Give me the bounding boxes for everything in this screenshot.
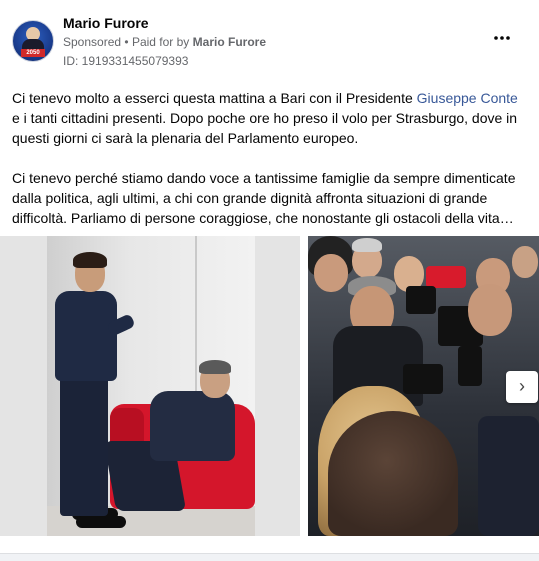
camera-3: [403, 364, 443, 394]
standing-man-hair: [73, 252, 107, 268]
paid-for-prefix: Paid for by: [131, 35, 190, 49]
crowd-face-5: [512, 246, 538, 278]
camera-1: [406, 286, 436, 314]
photo-gallery: [0, 236, 539, 536]
para1-text-start: Ci tenevo molto a esserci questa mattina…: [12, 90, 417, 106]
page-name[interactable]: Mario Furore: [63, 15, 149, 31]
photo-office-meeting[interactable]: [0, 236, 300, 536]
standing-man-body: [55, 291, 117, 381]
avatar-badge: 2050: [21, 49, 45, 57]
microphone: [458, 346, 482, 386]
standing-man-legs: [60, 376, 108, 516]
ad-header: 2050 Mario Furore Sponsored • Paid for b…: [12, 12, 527, 72]
crowd-hair-2: [352, 238, 382, 252]
dark-jacket-figure: [478, 416, 539, 536]
sponsored-label[interactable]: Sponsored: [63, 35, 121, 49]
page-avatar[interactable]: 2050: [12, 20, 54, 62]
chevron-right-icon[interactable]: ›: [506, 371, 538, 403]
photo-press-crowd[interactable]: [308, 236, 539, 536]
standing-man-shoe: [76, 516, 126, 528]
separator-dot: •: [124, 35, 129, 49]
crowd-face-1: [314, 254, 348, 292]
post-paragraph-1: Ci tenevo molto a esserci questa mattina…: [12, 88, 527, 148]
post-paragraph-2: Ci tenevo perché stiamo dando voce a tan…: [12, 170, 516, 226]
mention-link[interactable]: Giuseppe Conte: [417, 90, 518, 106]
sponsored-line: Sponsored • Paid for by Mario Furore: [63, 35, 266, 49]
mask-red: [426, 266, 466, 288]
more-horizontal-icon[interactable]: [491, 26, 513, 46]
more-dots-svg: [494, 36, 510, 40]
post-text: Ci tenevo molto a esserci questa mattina…: [12, 88, 527, 248]
para1-text-end: e i tanti cittadini presenti. Dopo poche…: [12, 110, 518, 146]
ad-id: ID: 1919331455079393: [63, 54, 189, 68]
front-man-head: [328, 411, 458, 536]
crowd-face-6: [468, 284, 512, 336]
ad-card: 2050 Mario Furore Sponsored • Paid for b…: [0, 0, 539, 554]
seated-man-hair: [199, 360, 231, 374]
seated-man-body: [150, 391, 235, 461]
payer-name: Mario Furore: [192, 35, 266, 49]
